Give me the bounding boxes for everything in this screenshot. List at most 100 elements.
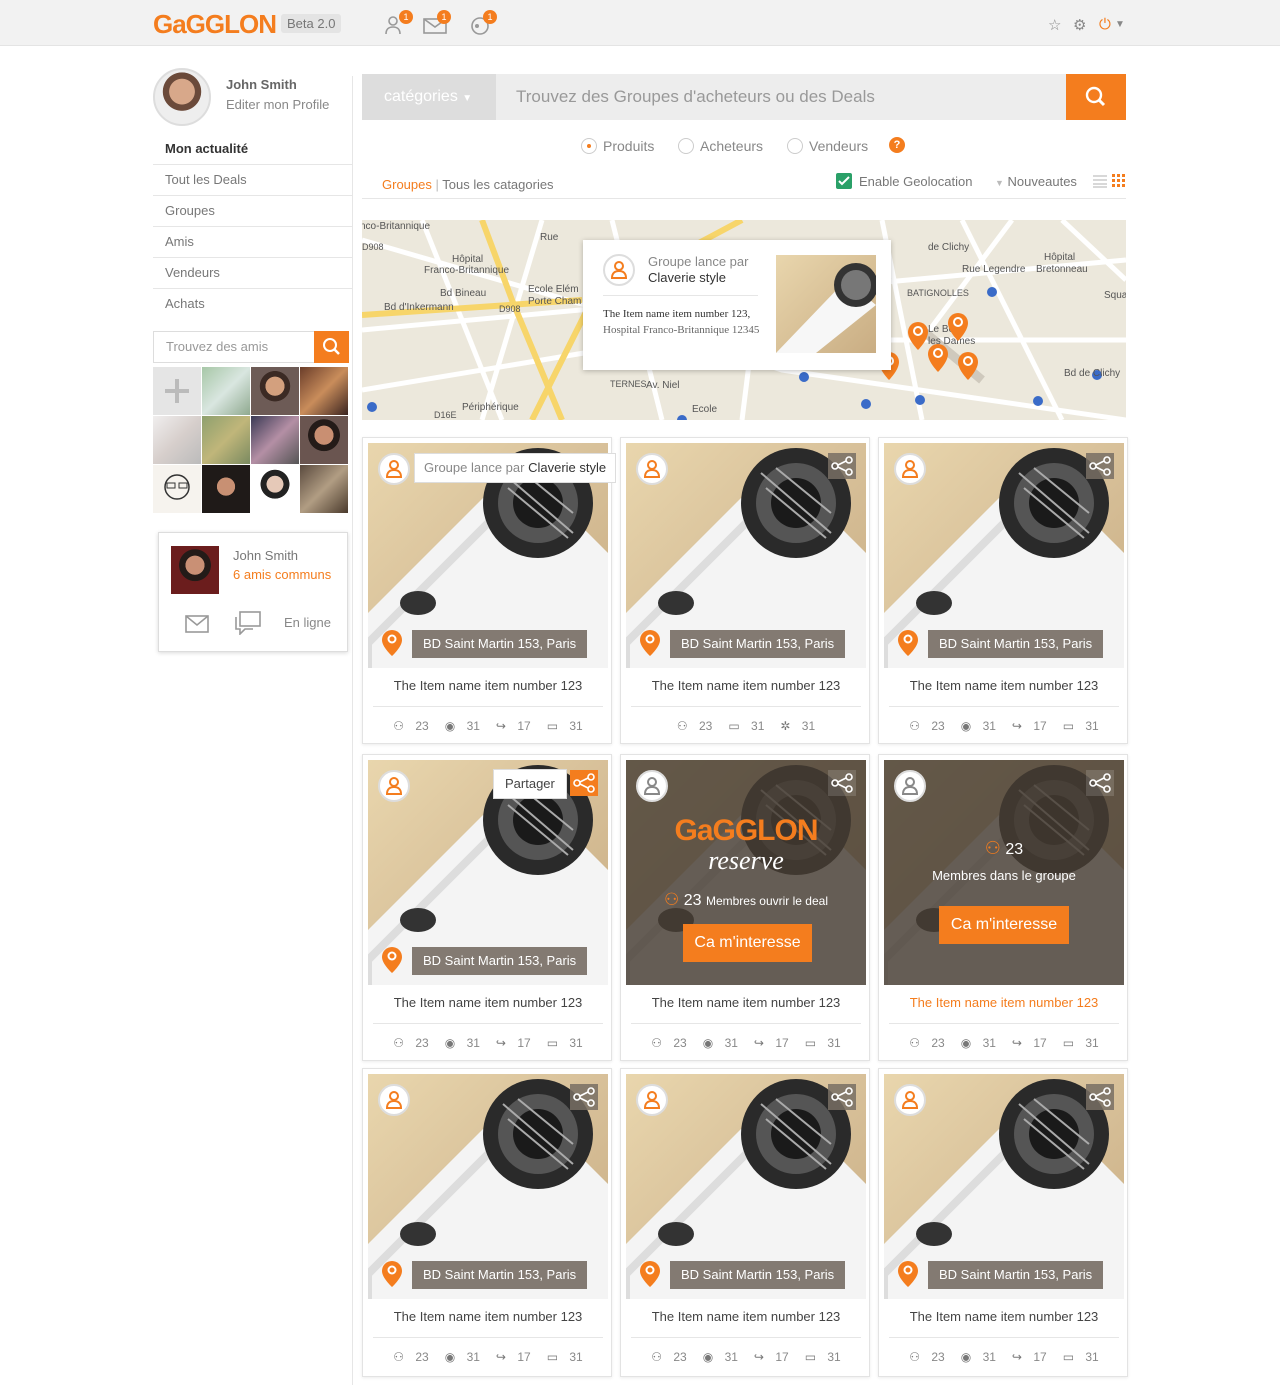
friend-avatar[interactable] xyxy=(300,465,348,513)
share-button[interactable] xyxy=(828,1084,856,1110)
deal-card[interactable]: BD Saint Martin 153, Paris The Item name … xyxy=(878,1068,1128,1377)
stat-item[interactable]: ⚇ 23 xyxy=(389,1036,432,1050)
product-image[interactable]: ⚇ 23 Membres dans le groupe Ca m'interesse xyxy=(884,760,1124,985)
star-icon[interactable]: ☆ xyxy=(1048,16,1061,34)
friend-avatar[interactable] xyxy=(300,416,348,464)
messages-icon[interactable]: 1 xyxy=(423,10,451,36)
stat-item[interactable]: ◉ 31 xyxy=(957,1350,1000,1364)
stat-item[interactable]: ▭ 31 xyxy=(724,719,768,733)
avatar[interactable] xyxy=(153,68,211,126)
stat-item[interactable]: ▭ 31 xyxy=(1059,1350,1103,1364)
card-title[interactable]: The Item name item number 123 xyxy=(363,1309,613,1324)
card-title[interactable]: The Item name item number 123 xyxy=(879,1309,1129,1324)
deal-card[interactable]: BD Saint Martin 153, Paris Partager The It… xyxy=(362,754,612,1061)
card-title[interactable]: The Item name item number 123 xyxy=(363,995,613,1010)
product-image[interactable]: BD Saint Martin 153, Paris xyxy=(626,1074,866,1299)
user-badge[interactable] xyxy=(894,770,926,802)
breadcrumb-groups[interactable]: Groupes xyxy=(382,177,432,192)
user-badge[interactable] xyxy=(894,1084,926,1116)
sort-dropdown[interactable]: ▼ Nouveautes xyxy=(995,174,1077,189)
message-icon[interactable] xyxy=(185,615,209,633)
stat-item[interactable]: ⚇ 23 xyxy=(389,719,432,733)
card-title[interactable]: The Item name item number 123 xyxy=(363,678,613,693)
chat-icon[interactable] xyxy=(234,611,262,635)
radio-acheteurs[interactable]: Acheteurs xyxy=(678,138,763,154)
map-popup-user[interactable]: Claverie style xyxy=(648,270,726,285)
friend-avatar[interactable] xyxy=(251,367,299,415)
stat-item[interactable]: ▭ 31 xyxy=(543,719,587,733)
stat-item[interactable]: ⚇ 23 xyxy=(647,1036,690,1050)
map-popup-image[interactable] xyxy=(776,255,876,353)
product-image[interactable]: GaGGLON reserve ⚇ 23 Membres ouvrir le dea… xyxy=(626,760,866,985)
location-label[interactable]: BD Saint Martin 153, Paris xyxy=(670,1261,846,1289)
stat-item[interactable]: ↪ 17 xyxy=(1008,1036,1051,1050)
deal-card[interactable]: ⚇ 23 Membres dans le groupe Ca m'interesse… xyxy=(878,754,1128,1061)
stat-item[interactable]: ▭ 31 xyxy=(543,1036,587,1050)
add-friend-icon[interactable] xyxy=(153,367,201,415)
stat-item[interactable]: ◉ 31 xyxy=(441,719,484,733)
edit-profile-link[interactable]: Editer mon Profile xyxy=(226,97,329,112)
stat-item[interactable]: ◉ 31 xyxy=(957,719,1000,733)
stat-item[interactable]: ↪ 17 xyxy=(492,1036,535,1050)
stat-item[interactable]: ⚇ 23 xyxy=(647,1350,690,1364)
stat-item[interactable]: ⚇ 23 xyxy=(905,719,948,733)
stat-item[interactable]: ◉ 31 xyxy=(441,1036,484,1050)
card-title[interactable]: The Item name item number 123 xyxy=(879,995,1129,1010)
interest-button[interactable]: Ca m'interesse xyxy=(939,906,1069,944)
stat-item[interactable]: ↪ 17 xyxy=(1008,719,1051,733)
user-badge[interactable] xyxy=(378,1084,410,1116)
friend-search-input[interactable]: Trouvez des amis xyxy=(153,331,315,363)
interest-button[interactable]: Ca m'interesse xyxy=(683,924,812,962)
product-image[interactable]: BD Saint Martin 153, Paris xyxy=(626,443,866,668)
share-button[interactable] xyxy=(828,453,856,479)
stat-item[interactable]: ◉ 31 xyxy=(699,1036,742,1050)
stat-item[interactable]: ↪ 17 xyxy=(492,1350,535,1364)
location-label[interactable]: BD Saint Martin 153, Paris xyxy=(412,630,588,658)
stat-item[interactable]: ▭ 31 xyxy=(1059,719,1103,733)
sidebar-item-achats[interactable]: Achats xyxy=(153,289,352,320)
user-badge[interactable] xyxy=(636,453,668,485)
card-title[interactable]: The Item name item number 123 xyxy=(621,995,871,1010)
user-badge[interactable] xyxy=(894,453,926,485)
deals-icon[interactable]: 1 xyxy=(469,10,497,36)
stat-item[interactable]: ▭ 31 xyxy=(801,1350,845,1364)
stat-item[interactable]: ⚇ 23 xyxy=(673,719,716,733)
friend-avatar[interactable] xyxy=(251,465,299,513)
sidebar-item-groupes[interactable]: Groupes xyxy=(153,196,352,227)
friend-search-button[interactable] xyxy=(314,331,349,363)
stat-item[interactable]: ◉ 31 xyxy=(441,1350,484,1364)
geo-checkbox[interactable] xyxy=(836,173,852,189)
map[interactable]: Hôpital Franco-Britannique nco-Britanniq… xyxy=(362,220,1126,420)
radio-vendeurs[interactable]: Vendeurs xyxy=(787,138,868,154)
stat-item[interactable]: ↪ 17 xyxy=(750,1350,793,1364)
friend-avatar[interactable] xyxy=(202,465,250,513)
friend-avatar[interactable] xyxy=(300,367,348,415)
friend-popup-name[interactable]: John Smith xyxy=(233,548,298,563)
gear-icon[interactable]: ⚙ xyxy=(1073,16,1086,34)
map-popup[interactable]: Groupe lance par Claverie style The Item… xyxy=(583,240,891,370)
power-icon[interactable]: ⏻ xyxy=(1099,16,1111,33)
breadcrumb-all[interactable]: Tous les catagories xyxy=(442,177,553,192)
share-button[interactable] xyxy=(570,770,598,796)
radio-produits[interactable]: Produits xyxy=(581,138,654,154)
friend-popup-common[interactable]: 6 amis communs xyxy=(233,567,331,582)
profile-name[interactable]: John Smith xyxy=(226,77,297,92)
deal-card[interactable]: BD Saint Martin 153, Paris Groupe lance p… xyxy=(362,437,617,744)
share-button[interactable] xyxy=(1086,1084,1114,1110)
share-button[interactable] xyxy=(570,1084,598,1110)
stat-item[interactable]: ◉ 31 xyxy=(957,1036,1000,1050)
friend-avatar[interactable] xyxy=(202,416,250,464)
friends-icon[interactable]: 1 xyxy=(385,10,413,36)
tooltip-user[interactable]: Claverie style xyxy=(528,460,606,475)
user-badge[interactable] xyxy=(378,453,410,485)
map-popup-item[interactable]: The Item name item number 123, xyxy=(603,308,750,320)
location-label[interactable]: BD Saint Martin 153, Paris xyxy=(928,630,1104,658)
user-badge[interactable] xyxy=(378,770,410,802)
help-icon[interactable]: ? xyxy=(889,137,905,153)
stat-item[interactable]: ▭ 31 xyxy=(543,1350,587,1364)
deal-card[interactable]: GaGGLON reserve ⚇ 23 Membres ouvrir le dea… xyxy=(620,754,870,1061)
stat-item[interactable]: ↪ 17 xyxy=(750,1036,793,1050)
grid-view-icon[interactable] xyxy=(1112,174,1126,188)
card-title[interactable]: The Item name item number 123 xyxy=(621,1309,871,1324)
product-image[interactable]: BD Saint Martin 153, Paris xyxy=(368,1074,608,1299)
